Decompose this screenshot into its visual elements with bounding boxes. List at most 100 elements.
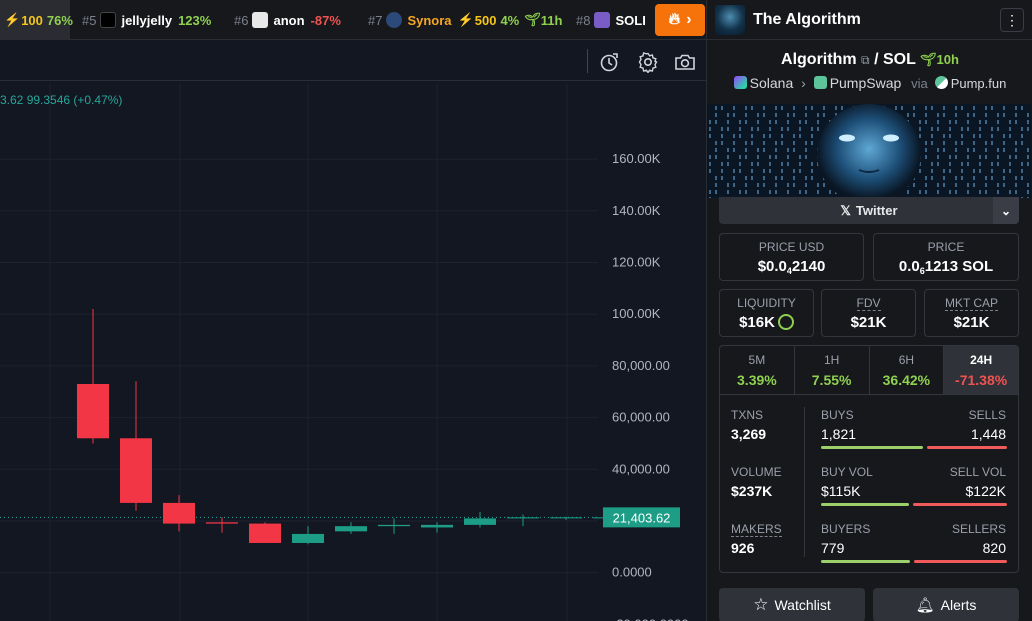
last-price-tag-label: 21,403.62 [613,510,671,525]
candle-body [507,517,539,519]
candlestick-chart[interactable]: 160.00K 140.00K 120.00K 100.00K 80,000.00 60,… [0,84,706,621]
ticker-item-5[interactable]: #5 jellyjelly 123% [82,0,211,39]
more-menu-button[interactable]: ⋮ [1000,8,1024,32]
token-avatar [252,12,269,28]
candle [249,522,281,543]
ticker-item-6[interactable]: #6 anon -87% [234,0,341,39]
candle [507,514,539,527]
price-axis-label: -20,000.0000 [612,616,689,621]
camera-icon[interactable] [674,51,696,73]
candle-body [163,502,195,524]
sells-bar [927,446,1007,449]
launchpad-link[interactable]: Pump.fun [951,76,1007,91]
toolbar-divider [587,49,588,73]
sellers-bar [914,560,1007,563]
ticker-item-4[interactable]: ⚡ 100 76% [0,0,73,39]
liquidity-card: LIQUIDITY $16K [719,289,814,337]
sprout-icon: 🌱︎ [920,52,937,67]
chevron-down-icon[interactable]: ⌄ [993,197,1019,224]
trending-button[interactable]: 🔥︎ › [655,4,705,36]
buys-bar [821,446,923,449]
price-axis-label: 40,000.00 [612,461,670,476]
lock-icon[interactable] [777,314,794,330]
txns-value: 3,269 [731,426,767,442]
x-logo-icon: 𝕏 [840,202,851,218]
alerts-button[interactable]: 🔔︎ Alerts [873,588,1019,621]
price-usd-card: PRICE USD $0.042140 [719,233,864,281]
token-info-panel: The Algorithm ⋮ Algorithm ⧉ / SOL 🌱︎10h … [706,0,1032,621]
token-avatar [594,12,611,28]
pumpfun-icon [934,76,948,89]
divider [804,407,805,557]
sell-vol-bar [913,503,1007,506]
candle [206,517,238,533]
price-axis-label: 100.00K [612,306,661,321]
price-axis-label: 80,000.00 [612,358,670,373]
pair-name: Algorithm ⧉ / SOL 🌱︎10h [781,51,959,68]
chain-link[interactable]: Solana [750,75,794,91]
price-axis-label: 60,000.00 [612,410,670,425]
chart-panel[interactable]: 3.62 99.3546 (+0.47%) 160.00K 140.00K 120.… [0,41,706,621]
price-sol-value: 0.061213 SOL [898,258,994,276]
watchlist-button[interactable]: ☆ Watchlist [719,588,865,621]
token-title: The Algorithm [753,10,861,28]
candle [464,511,496,528]
token-avatar [386,12,403,28]
tab-6h[interactable]: 6H 36.42% [870,346,945,394]
kebab-icon: ⋮ [1005,11,1019,28]
dex-link[interactable]: PumpSwap [830,75,902,91]
twitter-button[interactable]: 𝕏 Twitter ⌄ [719,197,1019,224]
candle-body [550,517,582,519]
price-usd-value: $0.042140 [757,258,826,276]
trending-ticker: ⚡ 100 76% #5 jellyjelly 123% #6 anon -87… [0,0,706,40]
chevron-right-icon: › [686,11,692,28]
candle [120,381,152,511]
chevron-right-icon: › [801,75,806,91]
ticker-item-8[interactable]: #8 SOLI [576,0,652,39]
ticker-item-7[interactable]: #7 Synora ⚡ 500 4% 🌱︎ 11h [368,0,562,39]
last-price-tag: 21,403.62 [603,507,680,528]
trade-stats: TXNS 3,269 BUYS SELLS 1,821 1,448 VOLUME… [719,395,1019,573]
candle-body [206,522,238,524]
candle [335,522,367,534]
volume-value: $237K [731,483,773,499]
candle [550,516,582,520]
replay-icon[interactable] [598,51,620,73]
timeframe-tabs: 5M 3.39% 1H 7.55% 6H 36.42% 24H -71.38% [719,345,1019,395]
fire-icon: 🔥︎ [668,11,681,28]
candle-body [249,523,281,543]
candle [421,522,453,533]
bell-icon: 🔔︎ [915,597,935,614]
token-banner-image [707,104,1031,198]
price-axis-label: 120.00K [612,255,661,270]
candles [77,309,625,545]
panel-header: The Algorithm ⋮ [707,0,1032,40]
candle [77,309,109,444]
pumpswap-icon [813,76,827,89]
tab-5m[interactable]: 5M 3.39% [720,346,795,394]
sprout-icon: 🌱︎ [524,12,541,27]
fdv-card: FDV $21K [821,289,916,337]
token-avatar [100,12,117,28]
buy-vol-value: $115K [821,483,861,499]
candle [292,526,324,545]
sell-vol-value: $122K [965,483,1006,499]
sells-value: 1,448 [970,426,1006,442]
chain-breadcrumb: Solana › PumpSwap via Pump.fun [707,75,1032,91]
solana-icon [733,76,747,89]
token-avatar [715,4,745,35]
price-axis: 160.00K 140.00K 120.00K 100.00K 80,000.00 60,… [612,151,689,621]
buyers-value: 779 [821,540,845,556]
tab-24h[interactable]: 24H -71.38% [944,346,1018,394]
candle-body [378,524,410,527]
settings-gear-icon[interactable] [637,51,659,73]
price-sol-card: PRICE 0.061213 SOL [873,233,1019,281]
tab-1h[interactable]: 1H 7.55% [795,346,870,394]
sellers-value: 820 [982,540,1006,556]
buy-vol-bar [821,503,909,506]
candle-body [464,518,496,525]
candle-body [292,533,324,543]
candle-body [77,383,109,439]
copy-icon[interactable]: ⧉ [861,53,870,67]
buys-value: 1,821 [821,426,857,442]
